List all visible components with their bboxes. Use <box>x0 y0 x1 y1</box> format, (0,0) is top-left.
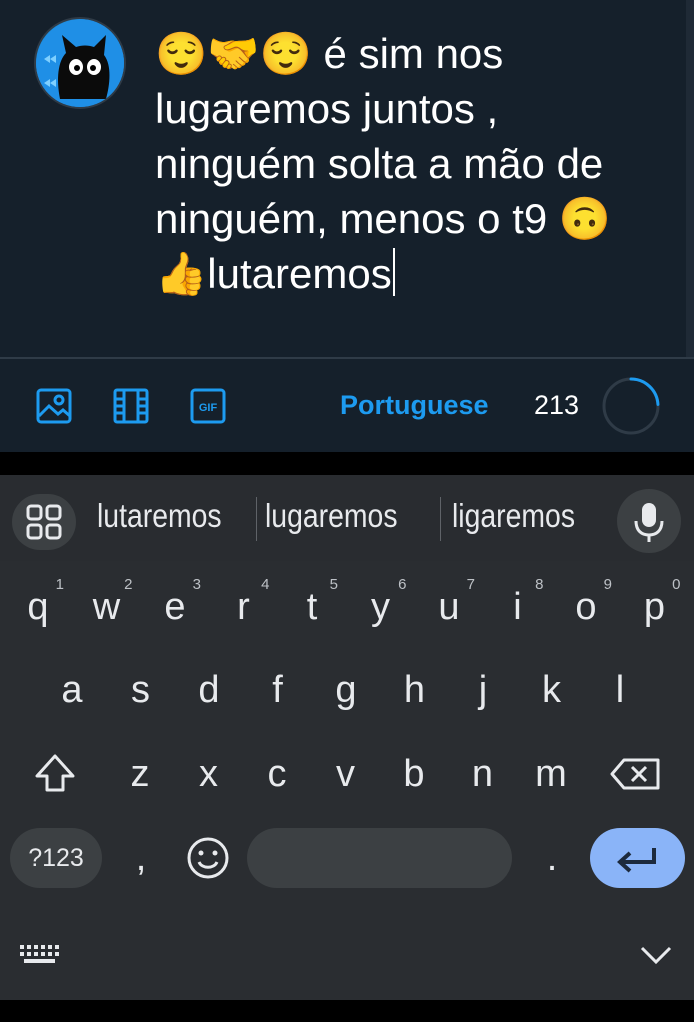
apps-grid-button[interactable] <box>12 494 76 550</box>
key-m[interactable]: m <box>521 736 581 812</box>
key-l[interactable]: l <box>590 652 650 728</box>
key-number-hint: 6 <box>398 576 407 593</box>
enter-key[interactable] <box>590 828 685 888</box>
key-u[interactable]: u7 <box>419 569 479 645</box>
video-icon[interactable] <box>113 388 149 424</box>
tweet-text: 😌🤝😌 é sim nos lugaremos juntos , ninguém… <box>155 30 615 297</box>
key-t[interactable]: t5 <box>282 569 342 645</box>
space-key[interactable] <box>247 828 512 888</box>
character-count: 213 <box>534 390 580 420</box>
key-i[interactable]: i8 <box>488 569 548 645</box>
key-label: u <box>438 586 460 628</box>
hide-keyboard-key[interactable] <box>626 920 686 996</box>
key-s[interactable]: s <box>111 652 171 728</box>
tweet-text-input[interactable]: 😌🤝😌 é sim nos lugaremos juntos , ninguém… <box>155 26 625 301</box>
key-label: r <box>237 586 250 628</box>
avatar[interactable] <box>34 17 126 109</box>
key-w[interactable]: w2 <box>77 569 137 645</box>
key-b[interactable]: b <box>384 736 444 812</box>
key-h[interactable]: h <box>385 652 445 728</box>
key-v[interactable]: v <box>316 736 376 812</box>
emoji-icon <box>187 837 229 879</box>
backspace-key[interactable] <box>606 736 666 812</box>
key-n[interactable]: n <box>453 736 513 812</box>
gif-label: GIF <box>199 402 218 414</box>
key-x[interactable]: x <box>179 736 239 812</box>
key-e[interactable]: e3 <box>145 569 205 645</box>
key-label: y <box>371 586 390 628</box>
key-a[interactable]: a <box>42 652 102 728</box>
key-d[interactable]: d <box>179 652 239 728</box>
key-o[interactable]: o9 <box>556 569 616 645</box>
key-g[interactable]: g <box>316 652 376 728</box>
key-q[interactable]: q1 <box>8 569 68 645</box>
key-label: w <box>92 586 121 628</box>
backspace-icon <box>610 758 660 790</box>
key-label: i <box>513 586 522 628</box>
comma-key[interactable]: , <box>111 820 171 896</box>
emoji-key[interactable] <box>178 820 238 896</box>
key-c[interactable]: c <box>247 736 307 812</box>
enter-icon <box>617 848 656 873</box>
language-label[interactable]: Portuguese <box>340 390 489 421</box>
keyboard-icon <box>20 945 59 963</box>
chevron-down-icon <box>640 946 672 965</box>
shift-icon <box>35 754 75 792</box>
key-number-hint: 9 <box>603 576 612 593</box>
tweet-compose-area: 😌🤝😌 é sim nos lugaremos juntos , ninguém… <box>0 0 694 452</box>
key-label: e <box>164 586 186 628</box>
shift-key[interactable] <box>25 736 85 812</box>
key-number-hint: 3 <box>192 576 201 593</box>
character-progress-ring <box>601 376 661 436</box>
suggestion-bar: lutaremos lugaremos ligaremos <box>0 475 694 561</box>
grid-icon <box>26 504 62 540</box>
microphone-icon <box>634 503 664 542</box>
key-label: o <box>575 586 597 628</box>
soft-keyboard: lutaremos lugaremos ligaremos q1w2e3r4t5… <box>0 475 694 1000</box>
key-label: p <box>643 586 666 628</box>
key-y[interactable]: y6 <box>351 569 411 645</box>
key-number-hint: 2 <box>124 576 133 593</box>
suggestion-1[interactable]: lutaremos <box>97 497 222 535</box>
key-p[interactable]: p0 <box>625 569 685 645</box>
suggestion-divider <box>440 497 441 541</box>
key-j[interactable]: j <box>453 652 513 728</box>
suggestion-3[interactable]: ligaremos <box>452 497 575 535</box>
keyboard-switch-key[interactable] <box>8 920 68 996</box>
key-number-hint: 7 <box>466 576 475 593</box>
key-f[interactable]: f <box>248 652 308 728</box>
microphone-button[interactable] <box>617 489 681 553</box>
key-number-hint: 4 <box>261 576 270 593</box>
key-label: t <box>306 586 318 628</box>
key-z[interactable]: z <box>110 736 170 812</box>
key-k[interactable]: k <box>522 652 582 728</box>
suggestion-2[interactable]: lugaremos <box>265 497 398 535</box>
image-icon[interactable] <box>36 388 72 424</box>
suggestion-divider <box>256 497 257 541</box>
key-number-hint: 0 <box>672 576 681 593</box>
key-number-hint: 8 <box>535 576 544 593</box>
gif-icon[interactable]: GIF <box>190 388 226 424</box>
symbols-key[interactable]: ?123 <box>10 828 102 888</box>
key-label: q <box>27 586 49 628</box>
key-number-hint: 5 <box>329 576 338 593</box>
text-caret <box>392 248 395 296</box>
period-key[interactable]: . <box>522 820 582 896</box>
key-r[interactable]: r4 <box>214 569 274 645</box>
key-number-hint: 1 <box>55 576 64 593</box>
